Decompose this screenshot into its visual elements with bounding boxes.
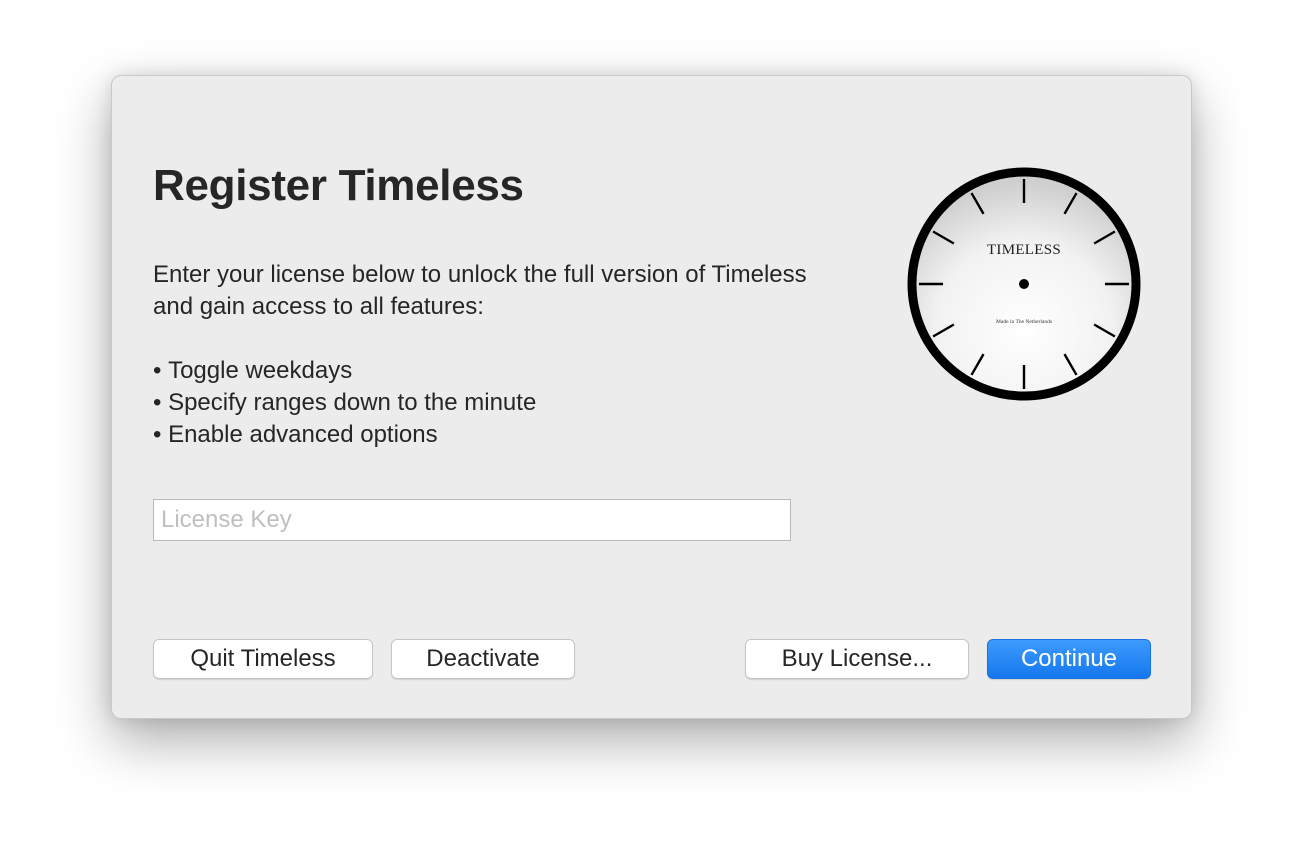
buy-license-button[interactable]: Buy License... (745, 639, 969, 679)
continue-button[interactable]: Continue (987, 639, 1151, 679)
clock-icon: TIMELESS Made in The Netherlands (907, 167, 1141, 401)
dialog-description: Enter your license below to unlock the f… (153, 261, 807, 320)
clock-brand: TIMELESS (987, 242, 1061, 258)
deactivate-button[interactable]: Deactivate (391, 639, 575, 679)
quit-button[interactable]: Quit Timeless (153, 639, 373, 679)
feature-item: Enable advanced options (153, 419, 536, 451)
dialog-title: Register Timeless (153, 161, 524, 210)
clock-caption: Made in The Netherlands (996, 319, 1052, 325)
register-dialog: Register Timeless Enter your license bel… (111, 75, 1192, 719)
feature-item: Toggle weekdays (153, 355, 536, 387)
feature-item: Specify ranges down to the minute (153, 387, 536, 419)
license-key-input[interactable] (153, 499, 791, 541)
feature-list: Toggle weekdays Specify ranges down to t… (153, 355, 536, 451)
clock-center-dot (1019, 279, 1029, 289)
